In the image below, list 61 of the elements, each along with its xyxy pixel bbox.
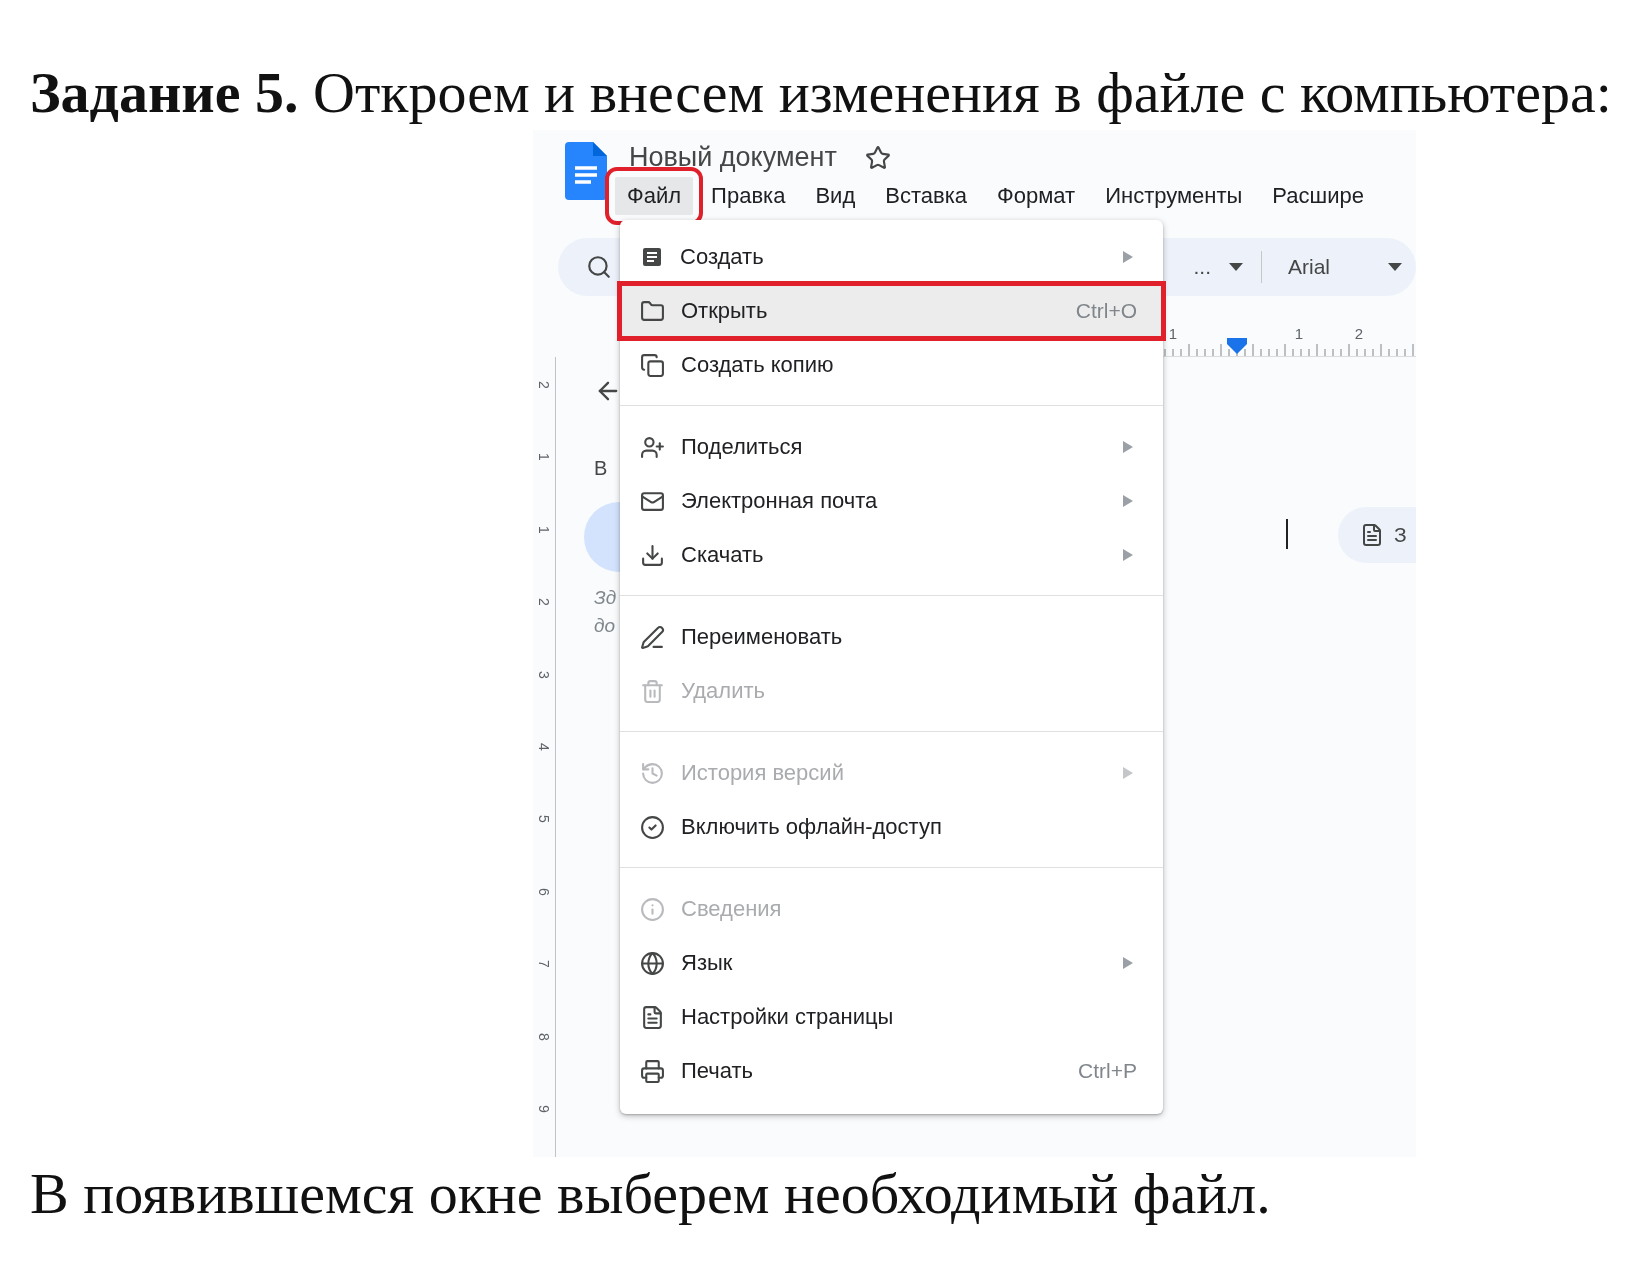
menu-item[interactable]: Создать xyxy=(620,230,1163,284)
style-dropdown[interactable]: ... xyxy=(1193,255,1211,279)
ruler-number: 4 xyxy=(536,742,552,753)
menu-bar-item[interactable]: Вид xyxy=(803,177,868,215)
ruler-number: 1 xyxy=(1293,325,1305,342)
ruler-number: 1 xyxy=(536,524,552,536)
menu-item[interactable]: Электронная почта xyxy=(620,474,1163,528)
menu-item[interactable]: Поделиться xyxy=(620,420,1163,474)
task-heading: Задание 5. Откроем и внесем изменения в файле с компьютера: xyxy=(30,62,1612,124)
indent-marker-icon[interactable] xyxy=(1227,338,1247,356)
ruler-number: 1 xyxy=(1167,325,1179,342)
document-icon xyxy=(640,1004,665,1030)
ruler-number: 2 xyxy=(1353,325,1365,342)
task-footer: В появившемся окне выберем необходимый файл. xyxy=(30,1163,1271,1225)
folder-icon xyxy=(640,298,665,324)
text-cursor xyxy=(1286,519,1288,549)
ruler-number: 5 xyxy=(536,814,552,826)
ruler-number: 7 xyxy=(536,959,552,970)
caret-icon xyxy=(1229,263,1243,271)
docs-logo-icon xyxy=(565,142,607,200)
ruler-number: 6 xyxy=(536,886,552,898)
menu-item[interactable]: Печать Ctrl+P xyxy=(620,1044,1163,1098)
ruler-number: 9 xyxy=(536,1104,552,1115)
outline-heading: В xyxy=(594,457,609,480)
menu-item[interactable]: Настройки страницы xyxy=(620,990,1163,1044)
menu-item[interactable]: Язык xyxy=(620,936,1163,990)
history-icon xyxy=(640,760,665,786)
menu-bar-item[interactable]: Вставка xyxy=(873,177,979,215)
download-icon xyxy=(640,542,665,568)
pen-icon xyxy=(640,624,665,650)
globe-icon xyxy=(640,950,665,976)
check-circle-icon xyxy=(640,814,665,840)
ruler-number: 1 xyxy=(536,452,552,464)
menu-item[interactable]: Создать копию xyxy=(620,338,1163,392)
document-title[interactable]: Новый документ xyxy=(629,142,837,173)
star-icon[interactable] xyxy=(864,144,891,171)
menu-bar-item[interactable]: Формат xyxy=(985,177,1088,215)
font-dropdown[interactable]: Arial xyxy=(1288,255,1330,279)
ruler-number: 2 xyxy=(536,597,552,609)
template-chip[interactable]: З xyxy=(1338,507,1416,563)
search-icon[interactable] xyxy=(586,254,612,280)
caret-icon xyxy=(1388,263,1402,271)
ruler-number: 8 xyxy=(536,1031,552,1043)
menu-item[interactable]: Переименовать xyxy=(620,610,1163,664)
menu-bar-item[interactable]: Инструменты xyxy=(1093,177,1255,215)
document-icon xyxy=(1360,523,1384,547)
menu-bar-item[interactable]: Расшире xyxy=(1260,177,1376,215)
add-person-icon xyxy=(640,434,665,460)
ruler-number: 2 xyxy=(536,380,552,391)
copy-icon xyxy=(640,352,665,378)
info-icon xyxy=(640,896,665,922)
outline-hint: до xyxy=(594,615,616,636)
menu-bar-item[interactable]: Правка xyxy=(699,177,798,215)
ruler-number: 3 xyxy=(536,669,552,681)
outline-hint: Зд xyxy=(594,587,617,608)
document-icon xyxy=(640,245,664,269)
menu-item[interactable]: Включить офлайн-доступ xyxy=(620,800,1163,854)
menu-item[interactable]: Открыть Ctrl+O xyxy=(620,284,1163,338)
menu-item[interactable]: Скачать xyxy=(620,528,1163,582)
trash-icon xyxy=(640,678,665,704)
printer-icon xyxy=(640,1058,665,1084)
